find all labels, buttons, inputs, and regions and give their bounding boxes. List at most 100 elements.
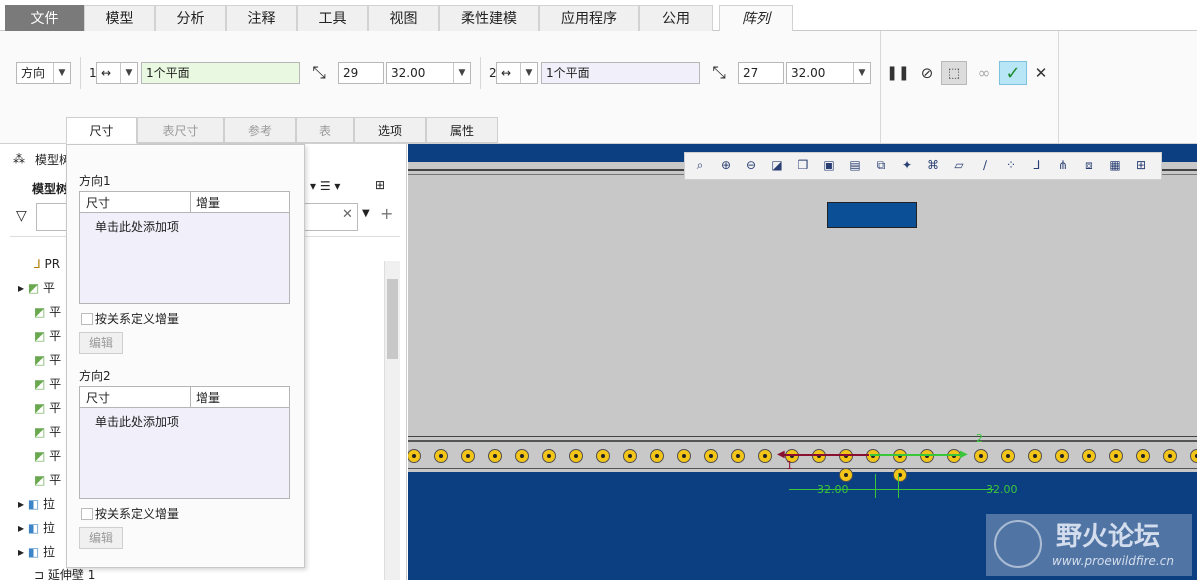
pattern-hole[interactable]: [1109, 449, 1123, 463]
dir2-spacing-select[interactable]: 32.00 ▼: [786, 62, 871, 84]
tree-item[interactable]: ◩ 平: [34, 349, 61, 371]
pattern-hole[interactable]: [1163, 449, 1177, 463]
tab-model[interactable]: 模型: [84, 5, 155, 31]
pattern-hole[interactable]: [758, 449, 772, 463]
point-display-icon[interactable]: ⁘: [998, 153, 1024, 177]
saved-views-icon[interactable]: ▣: [816, 153, 842, 177]
show-icon[interactable]: ⊞: [375, 178, 385, 192]
zoom-out-icon[interactable]: ⊖: [738, 153, 764, 177]
spin-center-icon[interactable]: ✦: [894, 153, 920, 177]
subtab-options[interactable]: 选项: [354, 117, 426, 143]
tree-settings-icon[interactable]: ▾ ☰ ▾: [310, 179, 350, 193]
cancel-icon[interactable]: ✕: [1028, 61, 1054, 85]
tree-item[interactable]: ▸ ◩ 平: [18, 277, 55, 299]
tree-item[interactable]: ◩ 平: [34, 469, 61, 491]
repaint-icon[interactable]: ◪: [764, 153, 790, 177]
dir2-flip-icon[interactable]: ⤡: [706, 61, 732, 85]
dir1-dimension-table[interactable]: 尺寸 增量 单击此处添加项: [79, 191, 290, 304]
tree-item[interactable]: ◩ 平: [34, 325, 61, 347]
pattern-hole[interactable]: [731, 449, 745, 463]
pattern-hole[interactable]: [1136, 449, 1150, 463]
dir1-spacing-select[interactable]: 32.00 ▼: [386, 62, 471, 84]
tree-item[interactable]: ▸ ◧ 拉: [18, 541, 55, 563]
edit-button[interactable]: 编辑: [79, 332, 123, 354]
relation-checkbox[interactable]: [81, 313, 93, 325]
annotation-display-icon[interactable]: ⌘: [920, 153, 946, 177]
pattern-hole[interactable]: [704, 449, 718, 463]
dim-left-value[interactable]: 32.00: [817, 483, 849, 496]
tree-item[interactable]: ◩ 平: [34, 373, 61, 395]
zoom-in-icon[interactable]: ⊕: [713, 153, 739, 177]
glasses-icon[interactable]: ∞: [971, 61, 997, 85]
expand-icon[interactable]: ▸: [18, 521, 24, 535]
pattern-hole[interactable]: [1028, 449, 1042, 463]
perspective-icon[interactable]: ⧉: [868, 153, 894, 177]
chevron-down-icon[interactable]: ▼: [453, 63, 470, 83]
preview-icon[interactable]: ⬚: [941, 61, 967, 85]
pattern-leader-hole[interactable]: [893, 468, 907, 482]
chevron-down-icon[interactable]: ▼: [120, 63, 137, 83]
pattern-leader-hole[interactable]: [839, 468, 853, 482]
dim-right-value[interactable]: 32.00: [986, 483, 1018, 496]
tab-file[interactable]: 文件: [5, 5, 84, 31]
refit-icon[interactable]: ⌕: [687, 153, 713, 177]
pattern-hole[interactable]: [515, 449, 529, 463]
csys-display-icon[interactable]: ⅃: [1024, 153, 1050, 177]
tree-item[interactable]: ◩ 平: [34, 397, 61, 419]
pattern-hole[interactable]: [434, 449, 448, 463]
tab-tools[interactable]: 工具: [297, 5, 368, 31]
sketch-display-icon[interactable]: ⋔: [1050, 153, 1076, 177]
pause-icon[interactable]: ❚❚: [885, 61, 911, 85]
relation-checkbox[interactable]: [81, 508, 93, 520]
tab-analysis[interactable]: 分析: [155, 5, 226, 31]
tab-applications[interactable]: 应用程序: [539, 5, 639, 31]
pattern-hole[interactable]: [1055, 449, 1069, 463]
pattern-type-select[interactable]: 方向 ▼: [16, 62, 71, 84]
view-manager-icon[interactable]: ▤: [842, 153, 868, 177]
chevron-down-icon[interactable]: ▼: [362, 208, 370, 219]
pattern-hole[interactable]: [488, 449, 502, 463]
expand-icon[interactable]: ▸: [18, 497, 24, 511]
pattern-hole[interactable]: [461, 449, 475, 463]
pattern-hole[interactable]: [893, 449, 907, 463]
no-preview-icon[interactable]: ⊘: [914, 61, 940, 85]
chevron-down-icon[interactable]: ▼: [853, 63, 870, 83]
tab-common[interactable]: 公用: [639, 5, 713, 31]
scrollbar-thumb[interactable]: [387, 279, 398, 359]
filter-icon[interactable]: ▽: [16, 208, 27, 224]
dir2-reference-collector[interactable]: 1个平面: [541, 62, 700, 84]
tree-item[interactable]: ⅃ PR: [34, 253, 60, 275]
render-icon[interactable]: ▦: [1102, 153, 1128, 177]
dir2-flip-select[interactable]: ↔ ▼: [496, 62, 538, 84]
axis-display-icon[interactable]: ∕: [972, 153, 998, 177]
add-icon[interactable]: +: [380, 204, 393, 223]
edit-button[interactable]: 编辑: [79, 527, 123, 549]
subtab-dimensions[interactable]: 尺寸: [66, 117, 137, 144]
expand-icon[interactable]: ▸: [18, 545, 24, 559]
pattern-hole[interactable]: [677, 449, 691, 463]
clear-icon[interactable]: ✕: [342, 207, 353, 222]
dir2-count-input[interactable]: 27: [738, 62, 784, 84]
add-item-hint[interactable]: 单击此处添加项: [95, 218, 179, 235]
pattern-hole[interactable]: [623, 449, 637, 463]
add-item-hint[interactable]: 单击此处添加项: [95, 413, 179, 430]
subtab-references[interactable]: 参考: [224, 117, 296, 143]
pattern-hole[interactable]: [866, 449, 880, 463]
tree-item[interactable]: ◩ 平: [34, 421, 61, 443]
dir1-reference-collector[interactable]: 1个平面: [141, 62, 300, 84]
pattern-hole[interactable]: [408, 449, 421, 463]
tab-flexible-modeling[interactable]: 柔性建模: [439, 5, 539, 31]
subtab-tables[interactable]: 表: [296, 117, 354, 143]
pattern-hole[interactable]: [542, 449, 556, 463]
pattern-hole[interactable]: [920, 449, 934, 463]
tree-item[interactable]: ◩ 平: [34, 445, 61, 467]
dir1-count-input[interactable]: 29: [338, 62, 384, 84]
chevron-down-icon[interactable]: ▼: [520, 63, 537, 83]
pattern-hole[interactable]: [812, 449, 826, 463]
pattern-hole[interactable]: [974, 449, 988, 463]
pattern-hole[interactable]: [1082, 449, 1096, 463]
subtab-table-dimensions[interactable]: 表尺寸: [137, 117, 224, 143]
tab-annotate[interactable]: 注释: [226, 5, 297, 31]
pattern-hole[interactable]: [596, 449, 610, 463]
visibility-icon[interactable]: ⧈: [1076, 153, 1102, 177]
